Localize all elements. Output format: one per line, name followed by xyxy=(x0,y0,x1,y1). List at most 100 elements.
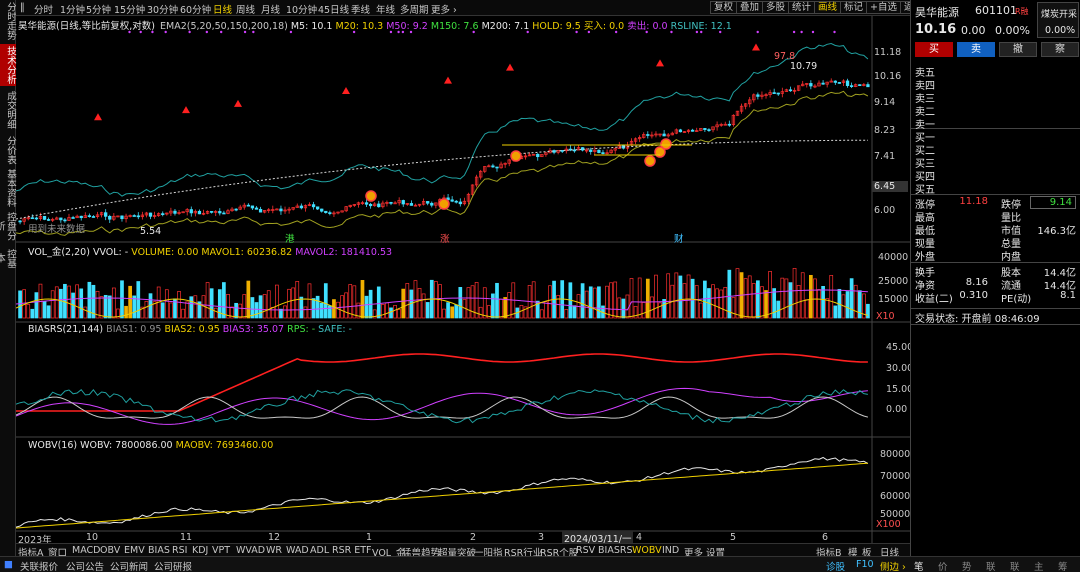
volume-bar xyxy=(580,283,585,319)
indicator-tab[interactable]: BIASRS xyxy=(598,545,632,556)
indicator-tab[interactable]: BIAS xyxy=(148,545,170,556)
indicator-tab[interactable]: WOBV xyxy=(632,545,662,556)
volume-bar xyxy=(307,283,312,319)
period-45day[interactable]: 45日线 xyxy=(318,2,349,16)
candle-body xyxy=(450,199,454,202)
kline-chart-area[interactable] xyxy=(16,16,910,543)
buy-level[interactable]: 买五 xyxy=(915,181,935,196)
period-15min[interactable]: 15分钟 xyxy=(114,2,145,16)
statistics-button[interactable]: 统计 xyxy=(788,1,816,14)
indicator-tab[interactable]: MACD xyxy=(72,545,100,556)
status-company-notice[interactable]: 公司公告 xyxy=(66,559,104,572)
event-tag-limit[interactable]: 涨 xyxy=(440,231,450,245)
period-yearly[interactable]: 年线 xyxy=(376,2,395,16)
sidebar-toggle[interactable]: 侧边 › xyxy=(880,559,906,572)
f10-button[interactable]: F10 xyxy=(856,559,874,570)
volume-bar xyxy=(572,305,577,319)
volume-bar xyxy=(817,289,821,319)
indicator-tab[interactable]: EMV xyxy=(124,545,145,556)
volume-bar xyxy=(503,297,507,319)
buy-button[interactable]: 买 xyxy=(915,42,953,57)
indicator-tab[interactable]: RSR ETF xyxy=(332,545,372,556)
quote-stock-code: 601101 xyxy=(975,4,1017,17)
event-tag-finance[interactable]: 财 xyxy=(674,231,684,245)
event-tag-hk[interactable]: 港 xyxy=(285,231,295,245)
multi-stock-button[interactable]: 多股 xyxy=(762,1,790,14)
volume-bar xyxy=(735,268,740,319)
quote-tab[interactable]: 筹 xyxy=(1058,559,1068,572)
tab-control[interactable]: 控盘分析 xyxy=(0,210,16,242)
candle-body xyxy=(849,85,854,87)
fuquan-button[interactable]: 复权 xyxy=(710,1,738,14)
top-dot xyxy=(811,30,815,34)
tab-basic-info[interactable]: 基本资料 xyxy=(0,168,16,208)
period-monthly[interactable]: 月线 xyxy=(261,2,280,16)
volume-bar xyxy=(470,285,475,319)
tab-time-share[interactable]: 分时走势 xyxy=(0,2,16,40)
low-annotation: 5.54 xyxy=(140,226,162,237)
indicator-tab[interactable]: RSI xyxy=(172,545,187,556)
period-daily[interactable]: 日线 xyxy=(213,2,232,16)
period-1min[interactable]: 1分钟 xyxy=(60,2,85,16)
status-related-quote[interactable]: 关联报价 xyxy=(20,559,58,572)
signal-triangle xyxy=(752,43,760,51)
indicator-tab[interactable]: WAD xyxy=(286,545,309,556)
status-company-news[interactable]: 公司新闻 xyxy=(110,559,148,572)
inspect-button[interactable]: 察 xyxy=(1041,42,1079,57)
period-60min[interactable]: 60分钟 xyxy=(180,2,211,16)
add-watchlist-button[interactable]: +自选 xyxy=(866,1,901,14)
indicator-tab[interactable]: VPT xyxy=(212,545,230,556)
quote-tab[interactable]: 主 xyxy=(1034,559,1044,572)
volume-bar xyxy=(588,286,593,319)
period-30min[interactable]: 30分钟 xyxy=(147,2,178,16)
indicator-tab[interactable]: WR xyxy=(266,545,282,556)
volume-bar xyxy=(242,294,247,319)
indicator-tab[interactable]: WVAD xyxy=(236,545,265,556)
indicator-tab[interactable]: IND xyxy=(662,545,679,556)
period-minute[interactable]: 分时 xyxy=(34,2,53,16)
tab-technical[interactable]: 技术分析 xyxy=(0,44,16,86)
quote-tab[interactable]: 笔 xyxy=(914,559,924,572)
overlay-button[interactable]: 叠加 xyxy=(736,1,764,14)
indicator-tab[interactable]: KDJ xyxy=(192,545,208,556)
candle-body xyxy=(568,148,573,151)
margin-badge: R融 xyxy=(1015,7,1029,16)
tab-price-table[interactable]: 分价表 xyxy=(0,134,16,166)
left-tab-strip: 分时走势 技术分析 成交明细 分价表 基本资料 控盘分析 控基本 xyxy=(0,0,16,556)
quote-tab[interactable]: 价 xyxy=(938,559,948,572)
tab-control-basic[interactable]: 控基本 xyxy=(0,244,16,272)
mark-button[interactable]: 标记 xyxy=(840,1,868,14)
volume-bar xyxy=(287,288,291,319)
indicator-tab[interactable]: OBV xyxy=(100,545,120,556)
indicator-tab[interactable]: ADL xyxy=(310,545,329,556)
vol-axis-scale: X10 xyxy=(876,311,895,322)
candle-body xyxy=(136,215,140,218)
period-multi[interactable]: 多周期 xyxy=(400,2,429,16)
volume-bar xyxy=(482,287,487,319)
volume-bar xyxy=(690,278,695,319)
period-more[interactable]: 更多 › xyxy=(431,2,457,16)
volume-bar xyxy=(417,288,422,319)
diagnose-button[interactable]: 诊股 xyxy=(826,559,845,572)
info-m150: M150: 7.6 xyxy=(430,21,479,32)
sell-button[interactable]: 卖 xyxy=(957,42,995,57)
quote-tab[interactable]: 势 xyxy=(962,559,972,572)
volume-bar xyxy=(825,298,830,319)
info-mode: (日线,等比前复权,对数) xyxy=(56,21,155,32)
signal-triangle xyxy=(342,87,350,95)
period-indicator-icon[interactable]: ‖ xyxy=(20,2,25,13)
indicator-tab[interactable]: RSV xyxy=(576,545,595,556)
candle-body xyxy=(120,215,124,220)
period-quarterly[interactable]: 季线 xyxy=(351,2,370,16)
period-10min[interactable]: 10分钟 xyxy=(286,2,317,16)
cancel-order-button[interactable]: 撤 xyxy=(999,42,1037,57)
volume-bar xyxy=(637,277,642,319)
period-weekly[interactable]: 周线 xyxy=(236,2,255,16)
status-company-research[interactable]: 公司研报 xyxy=(154,559,192,572)
quote-tab[interactable]: 联 xyxy=(986,559,996,572)
period-5min[interactable]: 5分钟 xyxy=(86,2,111,16)
quote-tab[interactable]: 联 xyxy=(1010,559,1020,572)
volume-bar xyxy=(364,295,369,319)
draw-line-button[interactable]: 画线 xyxy=(814,1,842,14)
tab-trade-detail[interactable]: 成交明细 xyxy=(0,90,16,130)
